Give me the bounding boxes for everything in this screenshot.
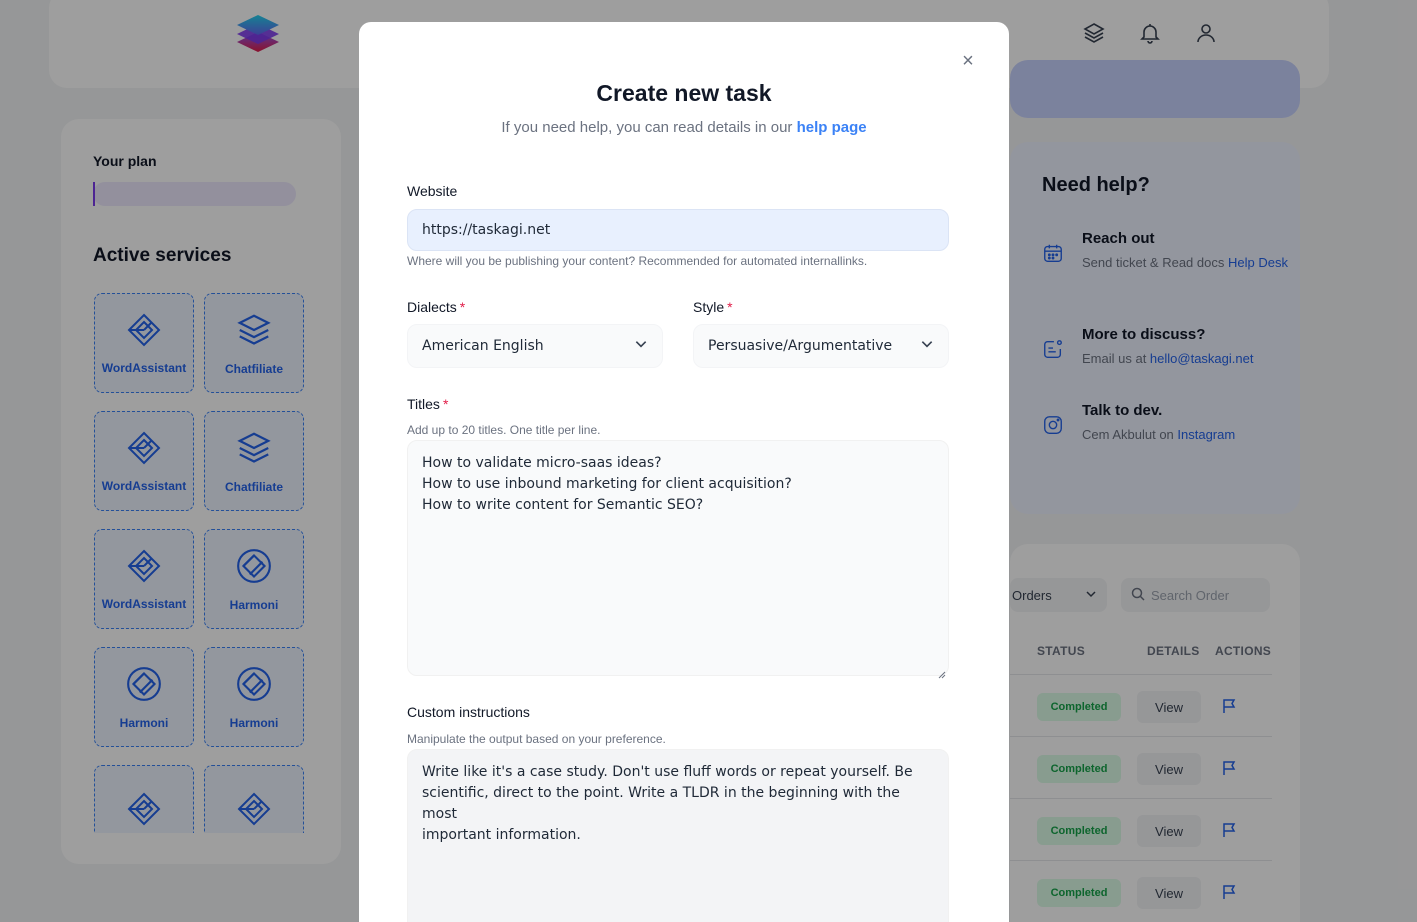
website-hint: Where will you be publishing your conten… [407,254,868,268]
instruction-line: important information. [422,827,581,843]
modal-subtitle: If you need help, you can read details i… [501,119,867,136]
dialects-label: Dialects * [407,299,466,315]
title-line: How to validate micro-saas ideas? [422,455,662,471]
dialects-value: American English [422,338,544,354]
modal-title: Create new task [596,80,772,106]
title-line: How to use inbound marketing for client … [422,476,792,492]
title-line: How to write content for Semantic SEO? [422,497,704,513]
titles-textarea[interactable]: How to validate micro-saas ideas? How to… [407,440,949,679]
custom-instructions-label: Custom instructions [407,704,530,720]
style-value: Persuasive/Argumentative [708,338,893,354]
instruction-line: scientific, direct to the point. Write a… [422,785,900,822]
resize-handle-icon[interactable] [938,665,946,679]
instruction-line: Write like it's a case study. Don't use … [422,764,913,780]
titles-label: Titles * [407,396,449,412]
chevron-down-icon [920,337,934,355]
style-select[interactable]: Persuasive/Argumentative [693,324,949,368]
website-input[interactable]: https://taskagi.net [407,209,949,251]
style-label: Style * [693,299,733,315]
close-icon[interactable]: × [959,51,977,71]
create-task-modal: × Create new task If you need help, you … [359,22,1009,922]
help-page-link[interactable]: help page [797,119,867,136]
custom-instructions-hint: Manipulate the output based on your pref… [407,732,666,746]
chevron-down-icon [634,337,648,355]
titles-hint: Add up to 20 titles. One title per line. [407,423,601,437]
dialects-select[interactable]: American English [407,324,663,368]
website-label: Website [407,183,458,199]
custom-instructions-textarea[interactable]: Write like it's a case study. Don't use … [407,749,949,922]
